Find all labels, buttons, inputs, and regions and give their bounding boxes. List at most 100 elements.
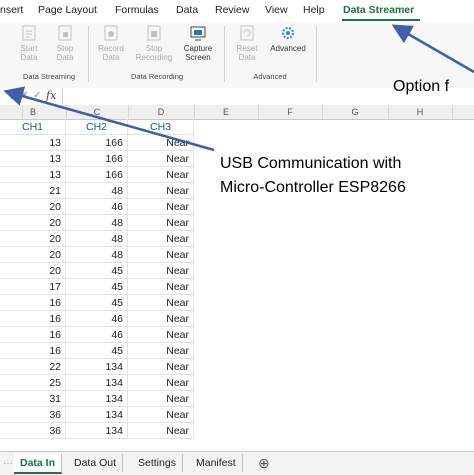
cell-ch3[interactable]: Near: [128, 135, 194, 151]
formula-bar-separator-icon: ⋮: [6, 90, 16, 101]
cell-ch1[interactable]: 17: [0, 279, 66, 295]
cell-ch1[interactable]: 20: [0, 247, 66, 263]
cell-ch2[interactable]: 166: [66, 167, 128, 183]
cell-ch1[interactable]: 13: [0, 151, 66, 167]
cell-ch3[interactable]: Near: [128, 343, 194, 359]
tab-scroll-icon[interactable]: …: [3, 456, 13, 467]
advanced-button[interactable]: Advanced: [266, 24, 310, 53]
add-sheet-icon[interactable]: ⊕: [258, 455, 270, 472]
reset-data-button[interactable]: Reset Data: [230, 24, 264, 62]
cell-ch2[interactable]: 166: [66, 151, 128, 167]
cell-ch3[interactable]: Near: [128, 311, 194, 327]
cell-ch3[interactable]: Near: [128, 327, 194, 343]
table-row: 25 134 Near: [0, 375, 474, 391]
record-data-button[interactable]: Record Data: [94, 24, 128, 62]
cell-ch2[interactable]: 48: [66, 215, 128, 231]
start-data-button[interactable]: Start Data: [12, 24, 46, 62]
cell-ch1[interactable]: 16: [0, 343, 66, 359]
cell-ch1[interactable]: 20: [0, 263, 66, 279]
cell-ch1[interactable]: 36: [0, 423, 66, 439]
column-header-h[interactable]: H: [388, 105, 453, 119]
cell-ch1[interactable]: 25: [0, 375, 66, 391]
cell-header-ch1[interactable]: CH1: [0, 119, 66, 135]
start-data-icon: [22, 25, 36, 41]
cell-ch2[interactable]: 48: [66, 247, 128, 263]
cell-ch3[interactable]: Near: [128, 247, 194, 263]
stop-data-button[interactable]: Stop Data: [48, 24, 82, 62]
cell-ch3[interactable]: Near: [128, 423, 194, 439]
annotation-usb-line1: USB Communication with: [220, 155, 402, 172]
cell-ch2[interactable]: 48: [66, 183, 128, 199]
table-row: 20 48 Near: [0, 215, 474, 231]
cell-ch1[interactable]: 31: [0, 391, 66, 407]
column-header-e[interactable]: E: [194, 105, 259, 119]
stop-recording-button[interactable]: Stop Recording: [134, 24, 174, 62]
capture-screen-icon: [190, 26, 206, 41]
cell-ch2[interactable]: 46: [66, 311, 128, 327]
cell-ch1[interactable]: 13: [0, 135, 66, 151]
cell-ch3[interactable]: Near: [128, 295, 194, 311]
capture-screen-button[interactable]: Capture Screen: [178, 24, 218, 62]
cell-ch2[interactable]: 134: [66, 359, 128, 375]
cell-ch3[interactable]: Near: [128, 231, 194, 247]
menu-view[interactable]: View: [265, 4, 288, 16]
menu-insert[interactable]: nsert: [0, 4, 23, 16]
cell-ch3[interactable]: Near: [128, 391, 194, 407]
cell-ch2[interactable]: 134: [66, 391, 128, 407]
cell-ch3[interactable]: Near: [128, 359, 194, 375]
cell-ch2[interactable]: 46: [66, 327, 128, 343]
menu-help[interactable]: Help: [303, 4, 325, 16]
cell-header-ch3[interactable]: CH3: [128, 119, 194, 135]
cell-ch3[interactable]: Near: [128, 151, 194, 167]
cell-ch2[interactable]: 45: [66, 263, 128, 279]
menu-review[interactable]: Review: [215, 4, 249, 16]
cell-ch1[interactable]: 20: [0, 231, 66, 247]
cell-ch3[interactable]: Near: [128, 279, 194, 295]
cell-ch1[interactable]: 22: [0, 359, 66, 375]
menu-page-layout[interactable]: Page Layout: [38, 4, 97, 16]
cell-ch3[interactable]: Near: [128, 183, 194, 199]
cell-ch3[interactable]: Near: [128, 199, 194, 215]
cell-ch3[interactable]: Near: [128, 167, 194, 183]
column-header-c[interactable]: C: [66, 105, 129, 119]
menu-formulas[interactable]: Formulas: [115, 4, 159, 16]
cell-ch2[interactable]: 45: [66, 343, 128, 359]
cell-ch2[interactable]: 48: [66, 231, 128, 247]
cell-ch2[interactable]: 45: [66, 279, 128, 295]
cell-ch2[interactable]: 134: [66, 423, 128, 439]
menu-data-streamer[interactable]: Data Streamer: [343, 4, 414, 16]
advanced-label: Advanced: [270, 44, 306, 53]
cell-ch1[interactable]: 16: [0, 327, 66, 343]
cell-ch1[interactable]: 13: [0, 167, 66, 183]
cell-ch1[interactable]: 36: [0, 407, 66, 423]
cell-ch3[interactable]: Near: [128, 215, 194, 231]
cell-ch3[interactable]: Near: [128, 375, 194, 391]
cell-ch3[interactable]: Near: [128, 263, 194, 279]
fx-icon[interactable]: fx: [46, 89, 56, 102]
tab-manifest[interactable]: Manifest: [190, 454, 243, 472]
menu-data[interactable]: Data: [176, 4, 198, 16]
enter-icon[interactable]: ✓: [33, 90, 41, 101]
cell-header-ch2[interactable]: CH2: [66, 119, 128, 135]
active-tab-underline: [342, 19, 420, 21]
cell-ch1[interactable]: 21: [0, 183, 66, 199]
cell-ch1[interactable]: 16: [0, 295, 66, 311]
tab-data-in[interactable]: Data In: [14, 454, 63, 474]
cell-ch3[interactable]: Near: [128, 407, 194, 423]
table-row: 16 45 Near: [0, 295, 474, 311]
cell-ch2[interactable]: 166: [66, 135, 128, 151]
cell-ch2[interactable]: 134: [66, 375, 128, 391]
column-header-b[interactable]: B: [0, 105, 67, 119]
column-header-f[interactable]: F: [258, 105, 323, 119]
cell-ch1[interactable]: 20: [0, 215, 66, 231]
column-header-d[interactable]: D: [128, 105, 195, 119]
cell-ch2[interactable]: 134: [66, 407, 128, 423]
cancel-icon[interactable]: ✕: [20, 90, 28, 101]
cell-ch1[interactable]: 20: [0, 199, 66, 215]
cell-ch1[interactable]: 16: [0, 311, 66, 327]
cell-ch2[interactable]: 45: [66, 295, 128, 311]
tab-data-out[interactable]: Data Out: [68, 454, 124, 472]
tab-settings[interactable]: Settings: [132, 454, 183, 472]
column-header-g[interactable]: G: [322, 105, 389, 119]
cell-ch2[interactable]: 46: [66, 199, 128, 215]
